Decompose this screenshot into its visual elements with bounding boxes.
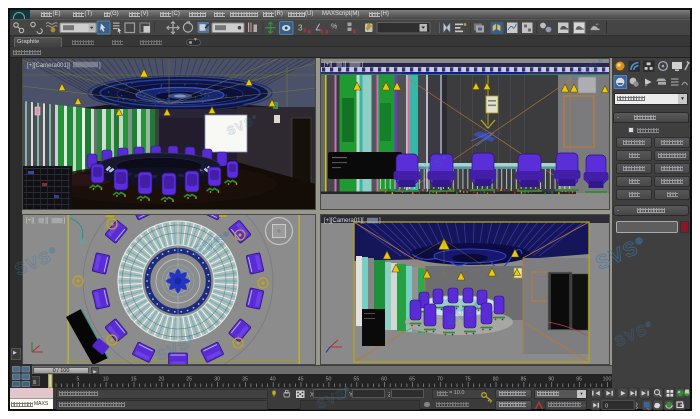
svg-text:[+][: [+][ xyxy=(324,62,333,68)
svg-text:95: 95 xyxy=(576,377,582,383)
svg-text:35: 35 xyxy=(242,377,248,383)
svg-text:10: 10 xyxy=(103,377,109,383)
svg-text:70: 70 xyxy=(437,377,443,383)
svg-text:45: 45 xyxy=(298,377,304,383)
svg-text:40: 40 xyxy=(270,377,276,383)
svg-text:][: ][ xyxy=(343,62,347,68)
svg-text:80: 80 xyxy=(493,377,499,383)
svg-text:][: ][ xyxy=(45,218,49,224)
svg-text:5: 5 xyxy=(76,377,79,383)
svg-text:[+][: [+][ xyxy=(26,218,35,224)
svg-text:0: 0 xyxy=(605,403,608,409)
svg-text:20: 20 xyxy=(159,377,165,383)
svg-text:25: 25 xyxy=(186,377,192,383)
svg-text:3: 3 xyxy=(298,24,303,33)
svg-text:55: 55 xyxy=(354,377,360,383)
svg-text:90: 90 xyxy=(548,377,554,383)
svg-text:85: 85 xyxy=(521,377,527,383)
svg-text:15: 15 xyxy=(131,377,137,383)
svg-text:65: 65 xyxy=(409,377,415,383)
svg-text:100: 100 xyxy=(603,377,612,383)
svg-text:60: 60 xyxy=(381,377,387,383)
svg-text:50: 50 xyxy=(326,377,332,383)
svg-text:Z:: Z: xyxy=(388,393,390,399)
svg-text:[+][Camera01][: [+][Camera01][ xyxy=(324,218,364,224)
svg-text:[+][Camera001][: [+][Camera001][ xyxy=(27,63,71,69)
svg-text:30: 30 xyxy=(214,377,220,383)
svg-text:75: 75 xyxy=(465,377,471,383)
svg-text:%: % xyxy=(331,24,337,31)
